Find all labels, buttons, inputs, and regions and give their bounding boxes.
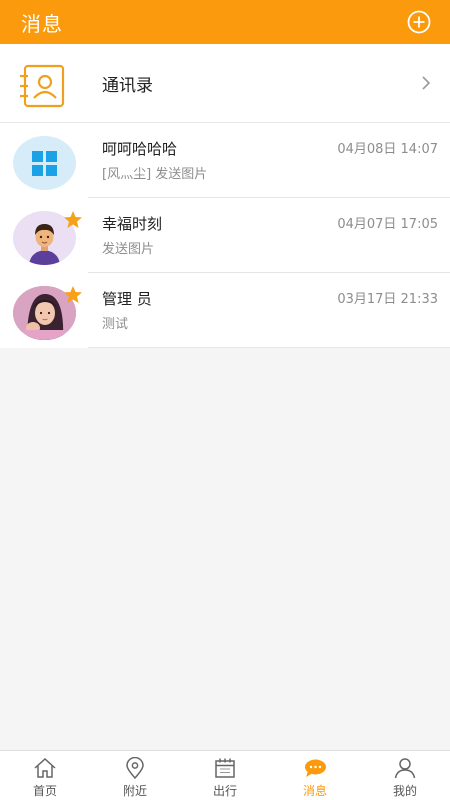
tab-messages[interactable]: 消息 <box>270 751 360 800</box>
tab-home-label: 首页 <box>32 784 57 798</box>
address-book-icon <box>20 64 65 108</box>
top-bar: 消息 <box>0 0 450 44</box>
conversation-row[interactable]: 管理 员 03月17日 21:33 测试 <box>0 273 450 348</box>
conversation-time: 03月17日 21:33 <box>337 292 438 307</box>
add-button[interactable] <box>406 9 432 35</box>
avatar <box>13 136 76 190</box>
bottom-tab-bar: 首页 附近 出行 消息 我的 <box>0 750 450 800</box>
tab-mine[interactable]: 我的 <box>360 751 450 800</box>
tab-messages-label: 消息 <box>302 784 327 798</box>
chevron-right-icon <box>422 76 431 90</box>
contacts-label: 通讯录 <box>102 75 153 96</box>
tab-home[interactable]: 首页 <box>0 751 90 800</box>
conversation-time: 04月08日 14:07 <box>337 142 438 157</box>
message-list: 通讯录 呵呵哈哈哈 04月08日 14:07 [风灬尘] 发送图片 幸福时刻 0… <box>0 44 450 348</box>
tab-nearby[interactable]: 附近 <box>90 751 180 800</box>
plus-circle-icon <box>407 10 431 34</box>
page-title: 消息 <box>21 11 63 36</box>
tab-nearby-label: 附近 <box>122 784 147 798</box>
star-icon <box>64 286 82 303</box>
conversation-preview: [风灬尘] 发送图片 <box>102 167 208 182</box>
contacts-entry[interactable]: 通讯录 <box>0 44 450 123</box>
tab-travel-label: 出行 <box>212 784 237 798</box>
conversation-name: 幸福时刻 <box>102 215 163 233</box>
conversation-name: 管理 员 <box>102 290 152 308</box>
divider <box>88 347 450 348</box>
star-icon <box>64 211 82 228</box>
conversation-time: 04月07日 17:05 <box>337 217 438 232</box>
conversation-name: 呵呵哈哈哈 <box>102 140 178 158</box>
conversation-row[interactable]: 幸福时刻 04月07日 17:05 发送图片 <box>0 198 450 273</box>
chat-bubble-icon <box>305 759 326 777</box>
tab-travel[interactable]: 出行 <box>180 751 270 800</box>
windows-logo-icon <box>32 151 57 176</box>
user-icon <box>394 758 416 779</box>
conversation-row[interactable]: 呵呵哈哈哈 04月08日 14:07 [风灬尘] 发送图片 <box>0 123 450 198</box>
calendar-icon <box>215 758 235 778</box>
tab-mine-label: 我的 <box>392 784 417 798</box>
conversation-preview: 发送图片 <box>102 242 155 257</box>
location-pin-icon <box>126 757 144 779</box>
conversation-preview: 测试 <box>102 317 129 332</box>
home-icon <box>34 757 56 778</box>
